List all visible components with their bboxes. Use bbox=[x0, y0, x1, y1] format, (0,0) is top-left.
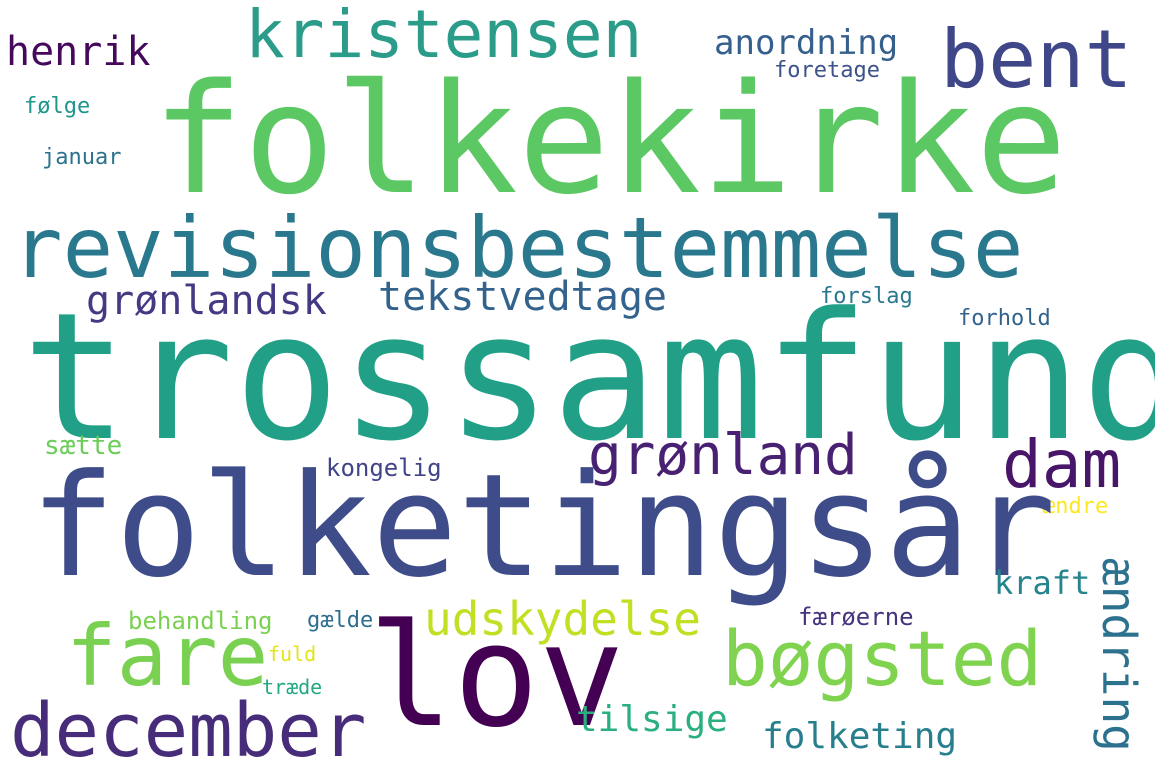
word-aendring: ændring bbox=[1092, 558, 1146, 752]
word-december: december bbox=[10, 688, 367, 770]
word-gaelde: gælde bbox=[307, 608, 374, 633]
word-bent: bent bbox=[940, 13, 1133, 106]
word-folketingsar: folketingsår bbox=[30, 444, 1056, 609]
word-anordning: anordning bbox=[714, 23, 899, 63]
word-bogsted: bøgsted bbox=[722, 614, 1043, 703]
word-kraft: kraft bbox=[994, 564, 1091, 602]
word-fuld: fuld bbox=[268, 642, 317, 666]
word-henrik: henrik bbox=[6, 29, 151, 75]
word-folketing: folketing bbox=[762, 716, 958, 757]
word-folkekirke: folkekirke bbox=[152, 51, 1068, 228]
word-foretage: foretage bbox=[774, 58, 880, 83]
word-fare: fare bbox=[66, 607, 269, 705]
word-folge: følge bbox=[24, 94, 91, 119]
word-kristensen: kristensen bbox=[245, 0, 643, 73]
word-tilsige: tilsige bbox=[576, 699, 728, 740]
word-januar: januar bbox=[42, 145, 122, 170]
word-cloud: folkekirke kristensen bent henrik anordn… bbox=[0, 0, 1155, 770]
